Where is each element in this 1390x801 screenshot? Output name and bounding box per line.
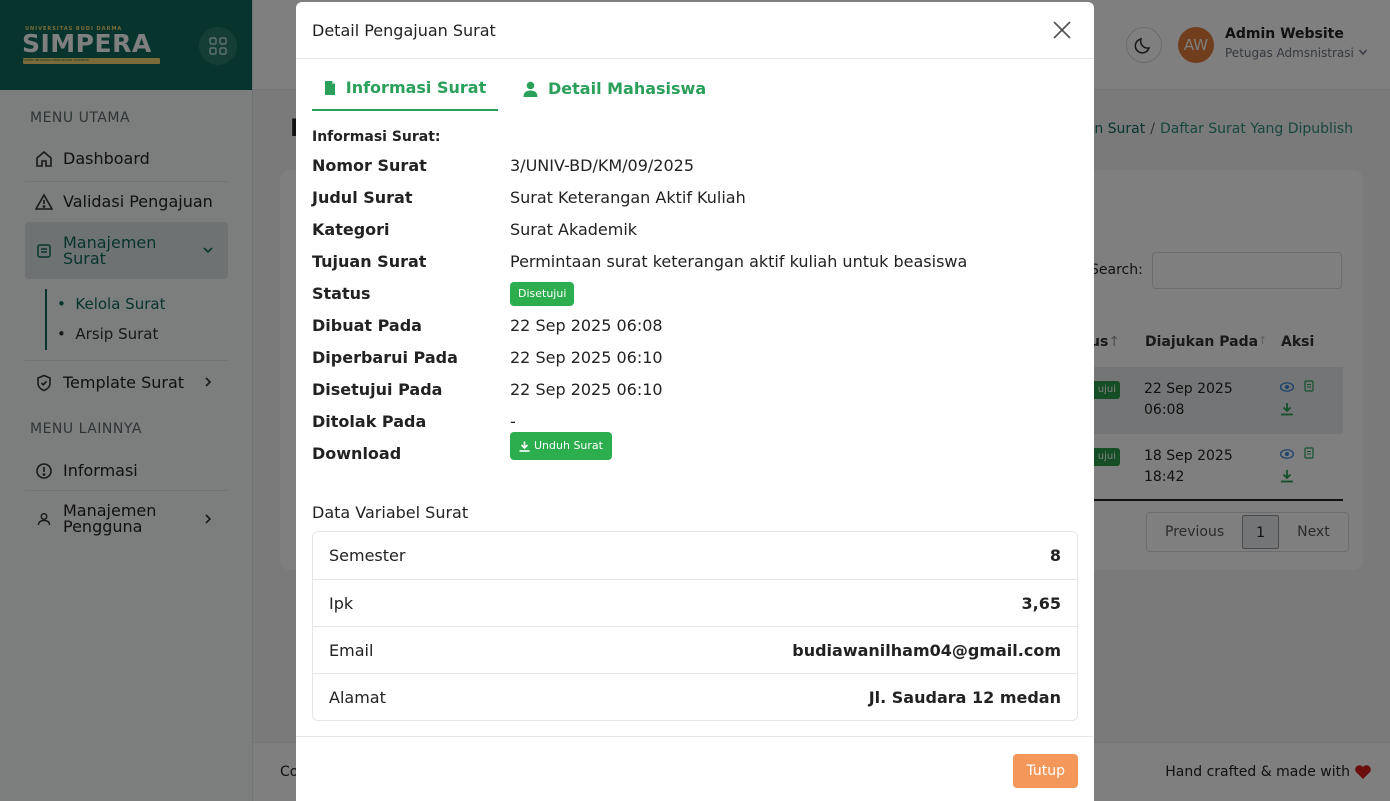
- variable-key: Email: [329, 640, 374, 660]
- variable-row: Email budiawanilham04@gmail.com: [313, 626, 1077, 673]
- variable-key: Alamat: [329, 687, 386, 707]
- tab-label: Detail Mahasiswa: [548, 79, 707, 98]
- field-judul-surat: Judul Surat Surat Keterangan Aktif Kulia…: [312, 188, 1078, 220]
- field-nomor-surat: Nomor Surat 3/UNIV-BD/KM/09/2025: [312, 156, 1078, 188]
- field-ditolak-pada: Ditolak Pada -: [312, 412, 1078, 444]
- variable-row: Ipk 3,65: [313, 579, 1077, 626]
- variables-table: Semester 8 Ipk 3,65 Email budiawanilham0…: [312, 531, 1078, 721]
- field-tujuan-surat: Tujuan Surat Permintaan surat keterangan…: [312, 252, 1078, 284]
- field-value: -: [510, 412, 516, 431]
- variable-row: Semester 8: [313, 532, 1077, 579]
- variables-title: Data Variabel Surat: [312, 503, 469, 522]
- field-diperbarui-pada: Diperbarui Pada 22 Sep 2025 06:10: [312, 348, 1078, 380]
- modal-title: Detail Pengajuan Surat: [312, 21, 496, 40]
- download-letter-button[interactable]: Unduh Surat: [510, 432, 612, 460]
- field-disetujui-pada: Disetujui Pada 22 Sep 2025 06:10: [312, 380, 1078, 412]
- field-dibuat-pada: Dibuat Pada 22 Sep 2025 06:08: [312, 316, 1078, 348]
- field-value: Surat Keterangan Aktif Kuliah: [510, 188, 746, 207]
- download-icon: [519, 441, 530, 452]
- field-label: Tujuan Surat: [312, 252, 427, 271]
- close-modal-button[interactable]: Tutup: [1013, 754, 1078, 788]
- field-label: Disetujui Pada: [312, 380, 443, 399]
- download-button-label: Unduh Surat: [534, 439, 603, 452]
- field-value: Surat Akademik: [510, 220, 638, 239]
- field-value: 22 Sep 2025 06:10: [510, 348, 663, 367]
- variable-value: 8: [1049, 546, 1061, 565]
- tab-label: Informasi Surat: [345, 78, 487, 97]
- close-icon: [1053, 21, 1071, 39]
- modal-header: Detail Pengajuan Surat: [296, 2, 1094, 59]
- section-label: Informasi Surat:: [312, 129, 441, 145]
- variable-value: 3,65: [1021, 593, 1061, 613]
- field-label: Diperbarui Pada: [312, 348, 458, 367]
- variable-value: Jl. Saudara 12 medan: [868, 687, 1061, 707]
- field-label: Ditolak Pada: [312, 412, 427, 431]
- file-icon: [324, 80, 335, 95]
- field-value: 3/UNIV-BD/KM/09/2025: [510, 156, 695, 175]
- variable-key: Ipk: [329, 593, 354, 613]
- field-download: Download Unduh Surat: [312, 432, 1078, 476]
- tab-informasi-surat[interactable]: Informasi Surat: [312, 66, 498, 111]
- variable-value: budiawanilham04@gmail.com: [792, 640, 1061, 660]
- tab-detail-mahasiswa[interactable]: Detail Mahasiswa: [523, 66, 706, 111]
- field-kategori: Kategori Surat Akademik: [312, 220, 1078, 252]
- variable-row: Alamat Jl. Saudara 12 medan: [313, 673, 1077, 720]
- status-badge: Disetujui: [510, 282, 575, 306]
- detail-modal: Detail Pengajuan Surat Informasi Surat D…: [296, 2, 1094, 801]
- field-value: 22 Sep 2025 06:08: [510, 316, 663, 335]
- field-label: Status: [312, 284, 371, 303]
- modal-footer: Tutup: [296, 736, 1094, 801]
- variable-key: Semester: [329, 546, 406, 565]
- field-status: Status Disetujui: [312, 282, 1078, 316]
- field-value: 22 Sep 2025 06:10: [510, 380, 663, 399]
- field-label: Nomor Surat: [312, 156, 427, 175]
- user-icon: [523, 81, 538, 97]
- field-label: Judul Surat: [312, 188, 413, 207]
- field-label: Kategori: [312, 220, 390, 239]
- field-label: Dibuat Pada: [312, 316, 422, 335]
- close-button[interactable]: [1050, 18, 1074, 42]
- field-value: Permintaan surat keterangan aktif kuliah…: [510, 252, 968, 271]
- field-label: Download: [312, 444, 402, 463]
